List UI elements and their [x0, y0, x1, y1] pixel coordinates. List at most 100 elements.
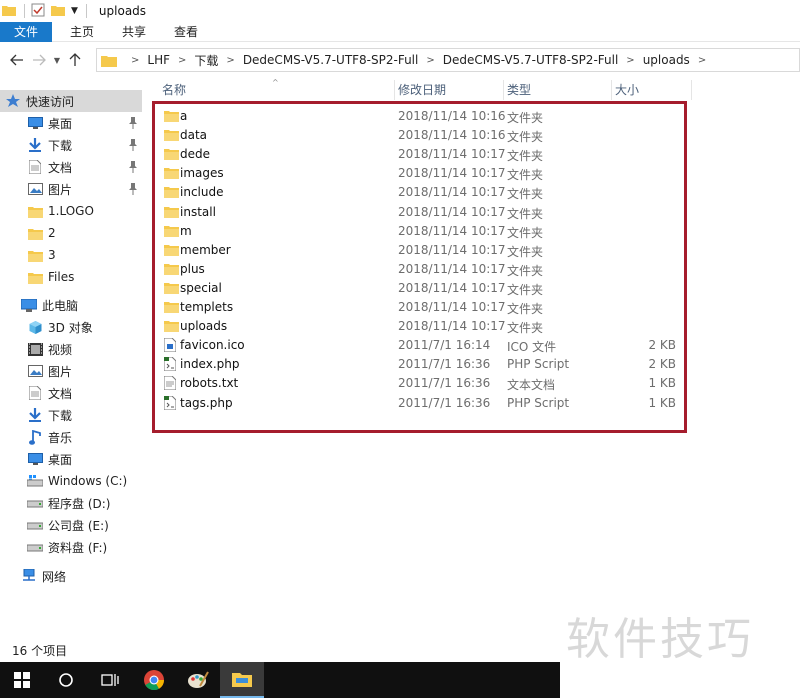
- sidebar-item[interactable]: 程序盘 (D:): [0, 492, 142, 514]
- column-header-date[interactable]: 修改日期: [394, 80, 504, 100]
- file-row[interactable]: favicon.ico 2011/7/1 16:14 ICO 文件 2 KB: [160, 336, 690, 355]
- chevron-right-icon[interactable]: >: [131, 55, 139, 66]
- computer-icon: [20, 297, 38, 313]
- file-row[interactable]: member 2018/11/14 10:17 文件夹: [160, 241, 690, 260]
- sidebar-item-label: 网络: [42, 569, 67, 584]
- column-header-type[interactable]: 类型: [503, 80, 611, 100]
- breadcrumb-item[interactable]: LHF: [147, 53, 170, 67]
- column-header-name[interactable]: 名称: [158, 80, 394, 100]
- file-type: 文件夹: [507, 263, 544, 278]
- sidebar-item[interactable]: 音乐: [0, 426, 142, 448]
- breadcrumb-item[interactable]: 下载: [194, 52, 218, 69]
- music-icon: [26, 429, 44, 445]
- file-row[interactable]: special 2018/11/14 10:17 文件夹: [160, 279, 690, 298]
- chevron-right-icon[interactable]: >: [426, 55, 434, 66]
- file-date: 2011/7/1 16:36: [398, 395, 491, 410]
- pin-icon[interactable]: [128, 183, 138, 195]
- column-divider[interactable]: [691, 80, 692, 100]
- sidebar-item-label: 下载: [48, 408, 73, 423]
- file-date: 2018/11/14 10:16: [398, 109, 506, 123]
- file-explorer-button[interactable]: [220, 662, 264, 698]
- sidebar-item[interactable]: 网络: [0, 565, 142, 587]
- breadcrumb-item[interactable]: DedeCMS-V5.7-UTF8-SP2-Full: [243, 53, 419, 67]
- file-type: 文件夹: [507, 206, 544, 221]
- file-type: 文件夹: [507, 149, 544, 164]
- search-button[interactable]: [44, 662, 88, 698]
- file-name: index.php: [180, 357, 240, 372]
- file-row[interactable]: robots.txt 2011/7/1 16:36 文本文档 1 KB: [160, 374, 690, 393]
- pictures-icon: [26, 181, 44, 197]
- tab-home[interactable]: 主页: [60, 22, 104, 42]
- sidebar-item[interactable]: 快速访问: [0, 90, 142, 112]
- breadcrumb-item[interactable]: uploads: [643, 53, 690, 67]
- file-date: 2018/11/14 10:17: [398, 261, 506, 276]
- file-name: uploads: [180, 319, 228, 334]
- sidebar-item[interactable]: 图片: [0, 178, 142, 200]
- forward-button[interactable]: [28, 49, 50, 71]
- sidebar-item[interactable]: 下载: [0, 134, 142, 156]
- start-button[interactable]: [0, 662, 44, 698]
- file-date: 2018/11/14 10:17: [398, 147, 506, 162]
- sidebar-item[interactable]: 桌面: [0, 448, 142, 470]
- sidebar-item[interactable]: 视频: [0, 338, 142, 360]
- chevron-right-icon[interactable]: >: [226, 55, 234, 66]
- column-header-size[interactable]: 大小: [611, 80, 691, 100]
- sidebar-item[interactable]: 1.LOGO: [0, 200, 142, 222]
- recent-locations-button[interactable]: ▼: [50, 49, 64, 71]
- chrome-button[interactable]: [132, 662, 176, 698]
- file-row[interactable]: m 2018/11/14 10:17 文件夹: [160, 222, 690, 241]
- chevron-right-icon[interactable]: >: [698, 55, 706, 66]
- tab-file[interactable]: 文件: [0, 22, 52, 42]
- file-row[interactable]: dede 2018/11/14 10:17 文件夹: [160, 145, 690, 164]
- file-row[interactable]: templets 2018/11/14 10:17 文件夹: [160, 298, 690, 317]
- new-folder-icon[interactable]: [51, 4, 65, 19]
- file-type: PHP Script: [507, 395, 570, 410]
- file-name: m: [180, 223, 192, 238]
- properties-icon[interactable]: [31, 3, 45, 20]
- pin-icon[interactable]: [128, 161, 138, 173]
- folder-icon: [101, 54, 117, 67]
- file-row[interactable]: data 2018/11/14 10:16 文件夹: [160, 126, 690, 145]
- file-size: 1 KB: [648, 376, 676, 391]
- address-bar[interactable]: > LHF > 下载 > DedeCMS-V5.7-UTF8-SP2-Full …: [96, 48, 800, 72]
- tab-view[interactable]: 查看: [164, 22, 208, 42]
- file-row[interactable]: a 2018/11/14 10:16 文件夹: [160, 107, 690, 126]
- sidebar-item[interactable]: 此电脑: [0, 294, 142, 316]
- file-row[interactable]: install 2018/11/14 10:17 文件夹: [160, 203, 690, 222]
- breadcrumb-item[interactable]: DedeCMS-V5.7-UTF8-SP2-Full: [443, 53, 619, 67]
- file-type: 文件夹: [507, 302, 544, 316]
- sidebar-item[interactable]: 文档: [0, 156, 142, 178]
- customize-toolbar-icon[interactable]: ▼: [71, 6, 78, 16]
- file-row[interactable]: plus 2018/11/14 10:17 文件夹: [160, 260, 690, 279]
- sidebar-item[interactable]: 3: [0, 244, 142, 266]
- sidebar-item[interactable]: 文档: [0, 382, 142, 404]
- folder-icon: [26, 225, 44, 241]
- file-row[interactable]: uploads 2018/11/14 10:17 文件夹: [160, 317, 690, 336]
- pin-icon[interactable]: [128, 139, 138, 151]
- sidebar-item[interactable]: 公司盘 (E:): [0, 514, 142, 536]
- sidebar-item[interactable]: Windows (C:): [0, 470, 142, 492]
- sidebar-item-label: 公司盘 (E:): [48, 518, 109, 533]
- sidebar-item[interactable]: 2: [0, 222, 142, 244]
- tab-share[interactable]: 共享: [112, 22, 156, 42]
- back-button[interactable]: [6, 49, 28, 71]
- sidebar-item[interactable]: 资料盘 (F:): [0, 536, 142, 558]
- chevron-right-icon[interactable]: >: [178, 55, 186, 66]
- file-row[interactable]: tags.php 2011/7/1 16:36 PHP Script 1 KB: [160, 394, 690, 413]
- file-row[interactable]: index.php 2011/7/1 16:36 PHP Script 2 KB: [160, 355, 690, 374]
- paint-button[interactable]: [176, 662, 220, 698]
- sidebar-item[interactable]: 桌面: [0, 112, 142, 134]
- chevron-right-icon[interactable]: >: [626, 55, 634, 66]
- sidebar-item[interactable]: 3D 对象: [0, 316, 142, 338]
- sidebar-item[interactable]: 下载: [0, 404, 142, 426]
- chrome-icon: [144, 670, 165, 691]
- sidebar-item[interactable]: Files: [0, 266, 142, 288]
- task-view-button[interactable]: [88, 662, 132, 698]
- file-row[interactable]: include 2018/11/14 10:17 文件夹: [160, 183, 690, 202]
- sidebar-item-label: 3: [48, 248, 56, 262]
- pin-icon[interactable]: [128, 117, 138, 129]
- up-button[interactable]: [64, 49, 86, 71]
- sidebar-item[interactable]: 图片: [0, 360, 142, 382]
- file-row[interactable]: images 2018/11/14 10:17 文件夹: [160, 164, 690, 183]
- arrow-left-icon: [10, 54, 23, 66]
